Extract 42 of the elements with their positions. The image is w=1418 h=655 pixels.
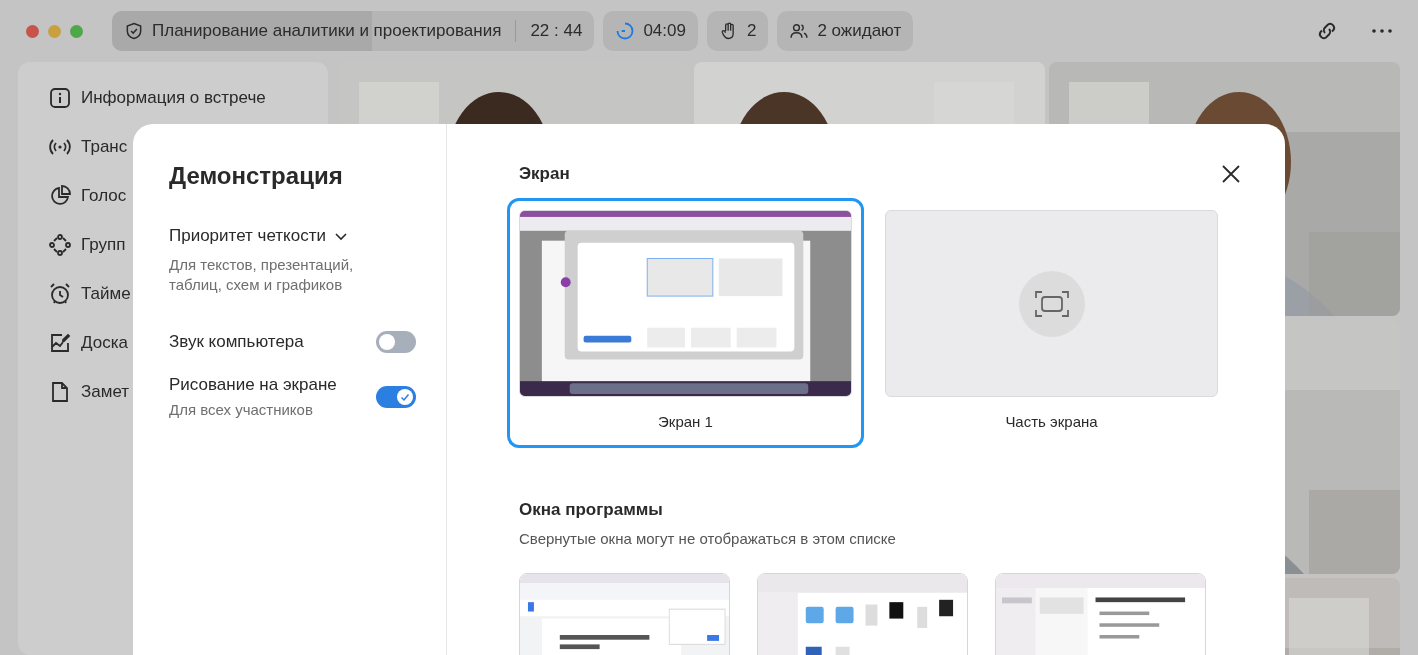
sidebar-item[interactable]: Транс [81, 137, 128, 157]
quality-dropdown[interactable]: Приоритет четкости [169, 226, 348, 246]
section-title: Экран [519, 164, 570, 184]
quality-description: Для текстов, презентаций, таблиц, схем и графиков [169, 255, 355, 295]
toggle-switch[interactable] [376, 331, 416, 353]
hands-count: 2 [746, 21, 757, 41]
close-window-icon[interactable] [26, 24, 39, 38]
nodes-icon [48, 233, 72, 257]
window-thumbnail[interactable] [519, 573, 730, 655]
option-label: Звук компьютера [169, 332, 304, 352]
shield-check-icon [124, 21, 144, 41]
timer-pill[interactable]: 04:09 [603, 11, 698, 51]
alarm-clock-icon [48, 282, 72, 306]
section-title: Окна программы [519, 500, 664, 520]
info-icon [48, 86, 72, 110]
option-label: Рисование на экране [169, 375, 337, 395]
sidebar-item[interactable]: Информация о встрече [81, 88, 266, 108]
waiting-text: 2 ожидают [817, 21, 902, 41]
window-thumbnail[interactable] [995, 573, 1206, 655]
people-icon [789, 21, 810, 41]
screen-option[interactable]: Экран 1 [507, 198, 864, 448]
waiting-pill[interactable]: 2 ожидают [777, 11, 914, 51]
close-icon[interactable] [1221, 164, 1241, 184]
sidebar-item[interactable]: Голос [81, 186, 127, 206]
section-subtitle: Свернутые окна могут не отображаться в этом списке [519, 530, 897, 547]
raised-hands-pill[interactable]: 2 [706, 11, 769, 51]
sidebar-item[interactable]: Доска [81, 333, 128, 353]
meeting-title: Планирование аналитики и проектирования [152, 21, 502, 41]
meeting-pill[interactable]: Планирование аналитики и проектирования 22 : 44 [112, 11, 595, 51]
whiteboard-icon [48, 331, 72, 355]
timer-text: 04:09 [643, 21, 686, 41]
window-thumbnail[interactable] [757, 573, 968, 655]
option-hint: Для всех участников [169, 401, 314, 418]
toggle-switch[interactable] [376, 385, 416, 408]
meeting-time: 22 : 44 [530, 21, 583, 41]
dialog-title: Демонстрация [169, 162, 344, 190]
screen-region-icon [1033, 289, 1070, 318]
sidebar-item[interactable]: Замет [81, 382, 130, 402]
pie-chart-icon [48, 184, 72, 208]
sidebar-item[interactable]: Групп [81, 235, 126, 255]
sidebar-item[interactable]: Тайме [81, 284, 131, 304]
timer-progress-icon [615, 21, 636, 41]
